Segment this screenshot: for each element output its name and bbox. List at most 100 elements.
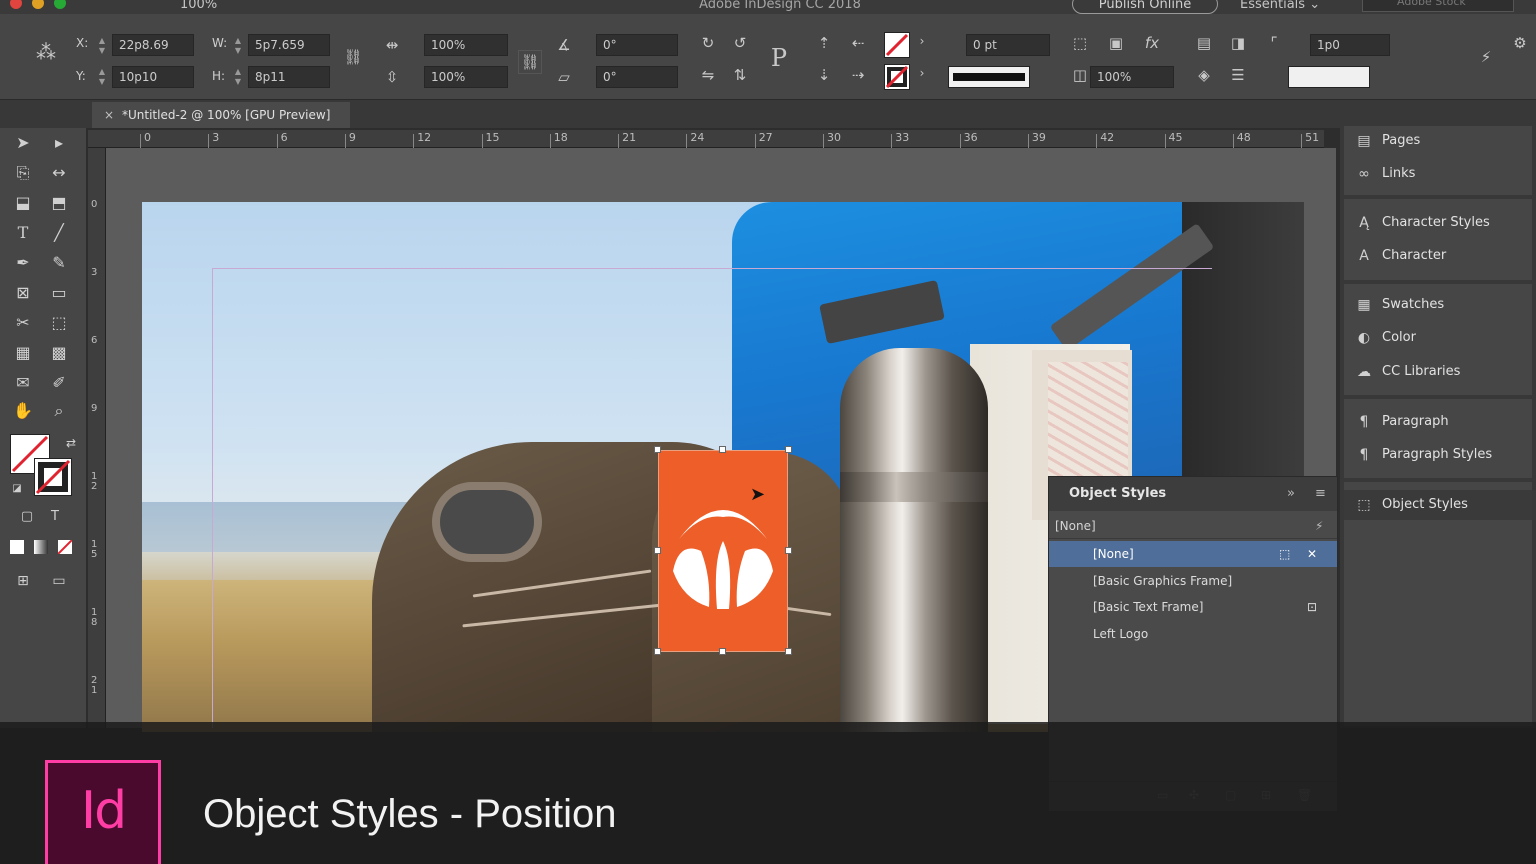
resize-handle[interactable] [654,648,661,655]
zoom-level[interactable]: 100% [180,0,217,12]
object-style-item[interactable]: [None] ⬚ ✕ [1049,541,1337,567]
content-collector-icon[interactable]: ⬓ [10,190,36,216]
object-style-item[interactable]: Left Logo [1049,621,1337,647]
scale-y-field[interactable]: 100% [424,66,508,88]
line-tool-icon[interactable]: ╱ [46,220,72,246]
hand-tool-icon[interactable]: ✋ [10,398,36,424]
stroke-type-dropdown[interactable] [948,66,1030,88]
select-previous-icon[interactable]: ⇠ [846,34,870,52]
dock-item-pages[interactable]: ▤ Pages [1344,126,1532,156]
select-content-icon[interactable]: ⇣ [812,66,836,84]
swap-fill-stroke-icon[interactable]: ⇄ [58,430,84,456]
dock-item-character[interactable]: A Character [1344,241,1532,271]
adobe-stock-search[interactable]: Adobe Stock [1362,0,1514,12]
panel-menu-icon[interactable]: ≡ [1315,477,1326,511]
rectangle-tool-icon[interactable]: ▭ [46,280,72,306]
constrain-proportions-icon[interactable]: ⛓ [340,48,366,66]
collapse-panel-icon[interactable]: » [1287,477,1295,511]
panel-menu-icon[interactable]: ⚙ [1510,34,1530,52]
corner-shape-dropdown[interactable] [1288,66,1370,88]
dock-item-cc-libraries[interactable]: ☁ CC Libraries [1344,357,1532,387]
x-position-field[interactable]: 22p8.69 [112,34,194,56]
resize-handle[interactable] [785,446,792,453]
apply-gradient-icon[interactable] [34,540,48,554]
x-stepper-icon[interactable]: ▲ ▼ [96,36,108,56]
corner-size-field[interactable]: 1p0 [1310,34,1390,56]
object-style-item[interactable]: [Basic Graphics Frame] [1049,568,1337,594]
align-icon[interactable]: ◈ [1192,66,1216,84]
resize-handle[interactable] [719,648,726,655]
dock-item-swatches[interactable]: ▦ Swatches [1344,290,1532,320]
fill-swatch-icon[interactable] [884,32,910,58]
pen-tool-icon[interactable]: ✒ [10,250,36,276]
workspace-switcher[interactable]: Essentials ⌄ [1240,0,1320,12]
y-stepper-icon[interactable]: ▲ ▼ [96,67,108,87]
width-field[interactable]: 5p7.659 [248,34,330,56]
rotate-cw-icon[interactable]: ↻ [696,34,720,52]
y-position-field[interactable]: 10p10 [112,66,194,88]
zoom-tool-icon[interactable]: ⌕ [46,398,72,424]
object-styles-panel-header[interactable]: Object Styles » ≡ [1049,477,1337,511]
gradient-swatch-tool-icon[interactable]: ▦ [10,340,36,366]
resize-handle[interactable] [654,547,661,554]
corner-options-icon[interactable]: ⌜ [1262,34,1286,52]
effects-fx-icon[interactable]: fx [1140,34,1164,52]
reference-point-icon[interactable]: ⁂ [28,40,64,64]
page-tool-icon[interactable]: ⎘ [10,160,36,186]
stroke-weight-field[interactable]: 0 pt [966,34,1050,56]
object-style-item[interactable]: [Basic Text Frame] ⊡ [1049,594,1337,620]
dock-item-paragraph-styles[interactable]: ¶ Paragraph Styles [1344,440,1532,470]
direct-selection-tool-icon[interactable]: ▸ [46,130,72,156]
resize-handle[interactable] [719,446,726,453]
rotation-field[interactable]: 0° [596,34,678,56]
text-wrap-icon[interactable]: ▤ [1192,34,1216,52]
apply-none-icon[interactable] [57,539,73,555]
select-container-icon[interactable]: ⇡ [812,34,836,52]
apply-color-icon[interactable] [10,540,24,554]
fill-menu-chevron-icon[interactable]: › [914,34,930,48]
wrap-around-icon[interactable]: ◨ [1226,34,1250,52]
select-next-icon[interactable]: ⇢ [846,66,870,84]
fit-frame-icon[interactable]: ⬚ [1068,34,1092,52]
publish-online-button[interactable]: Publish Online [1072,0,1218,14]
gradient-feather-tool-icon[interactable]: ▩ [46,340,72,366]
flip-vertical-icon[interactable]: ⇅ [728,66,752,84]
eyedropper-tool-icon[interactable]: ✐ [46,370,72,396]
stroke-menu-chevron-icon[interactable]: › [914,66,930,80]
document-tab[interactable]: × *Untitled-2 @ 100% [GPU Preview] [92,102,350,128]
close-window-icon[interactable] [10,0,22,9]
free-transform-tool-icon[interactable]: ⬚ [46,310,72,336]
opacity-field[interactable]: 100% [1090,66,1174,88]
resize-handle[interactable] [654,446,661,453]
selection-tool-icon[interactable]: ➤ [10,130,36,156]
scissors-tool-icon[interactable]: ✂ [10,310,36,336]
dock-item-paragraph[interactable]: ¶ Paragraph [1344,407,1532,437]
h-stepper-icon[interactable]: ▲ ▼ [232,67,244,87]
quick-apply-icon[interactable]: ⚡ [1474,48,1498,66]
rectangle-frame-tool-icon[interactable]: ⊠ [10,280,36,306]
formatting-container-icon[interactable]: ▢ [14,504,40,530]
rotate-ccw-icon[interactable]: ↺ [728,34,752,52]
resize-handle[interactable] [785,648,792,655]
zoom-window-icon[interactable] [54,0,66,9]
quick-apply-icon[interactable]: ⚡ [1315,513,1323,539]
resize-handle[interactable] [785,547,792,554]
stroke-color-swatch[interactable] [34,458,72,496]
content-placer-icon[interactable]: ⬒ [46,190,72,216]
frame-fitting-icon[interactable]: ▣ [1104,34,1128,52]
link-scale-icon[interactable]: ⛓ [518,50,542,74]
close-tab-icon[interactable]: × [104,102,114,128]
formatting-text-icon[interactable]: T [42,504,68,530]
dock-item-character-styles[interactable]: Ą Character Styles [1344,208,1532,238]
screen-mode-icon[interactable]: ▭ [46,568,72,594]
flip-horizontal-icon[interactable]: ⇋ [696,66,720,84]
type-tool-icon[interactable]: T [10,220,36,246]
stroke-swatch-icon[interactable] [884,64,910,90]
logo-graphic-frame[interactable] [658,450,788,652]
view-mode-icon[interactable]: ⊞ [10,568,36,594]
w-stepper-icon[interactable]: ▲ ▼ [232,36,244,56]
shear-field[interactable]: 0° [596,66,678,88]
pencil-tool-icon[interactable]: ✎ [46,250,72,276]
dock-item-color[interactable]: ◐ Color [1344,323,1532,353]
dock-item-object-styles[interactable]: ⬚ Object Styles [1344,490,1532,520]
